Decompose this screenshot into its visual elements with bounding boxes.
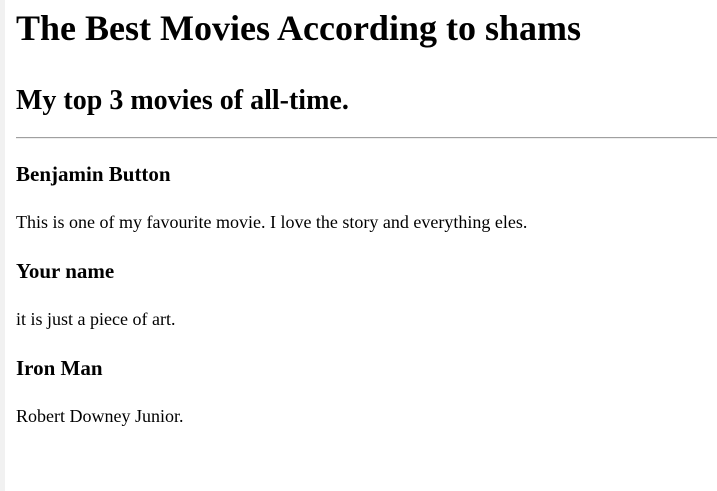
- movie-item: Your name it is just a piece of art.: [16, 259, 717, 330]
- window-left-edge: [0, 0, 5, 491]
- movie-item: Iron Man Robert Downey Junior.: [16, 356, 717, 427]
- page-subtitle: My top 3 movies of all-time.: [16, 85, 349, 116]
- movie-description: Robert Downey Junior.: [16, 406, 184, 426]
- movie-title: Your name: [16, 259, 115, 283]
- movie-description: This is one of my favourite movie. I lov…: [16, 212, 528, 232]
- movie-title: Iron Man: [16, 356, 103, 380]
- movie-description: it is just a piece of art.: [16, 309, 176, 329]
- movie-item: Benjamin Button This is one of my favour…: [16, 162, 717, 233]
- page-title: The Best Movies According to shams: [16, 8, 581, 48]
- page-content: The Best Movies According to shams My to…: [16, 0, 717, 427]
- divider: [16, 137, 717, 139]
- movie-title: Benjamin Button: [16, 162, 171, 186]
